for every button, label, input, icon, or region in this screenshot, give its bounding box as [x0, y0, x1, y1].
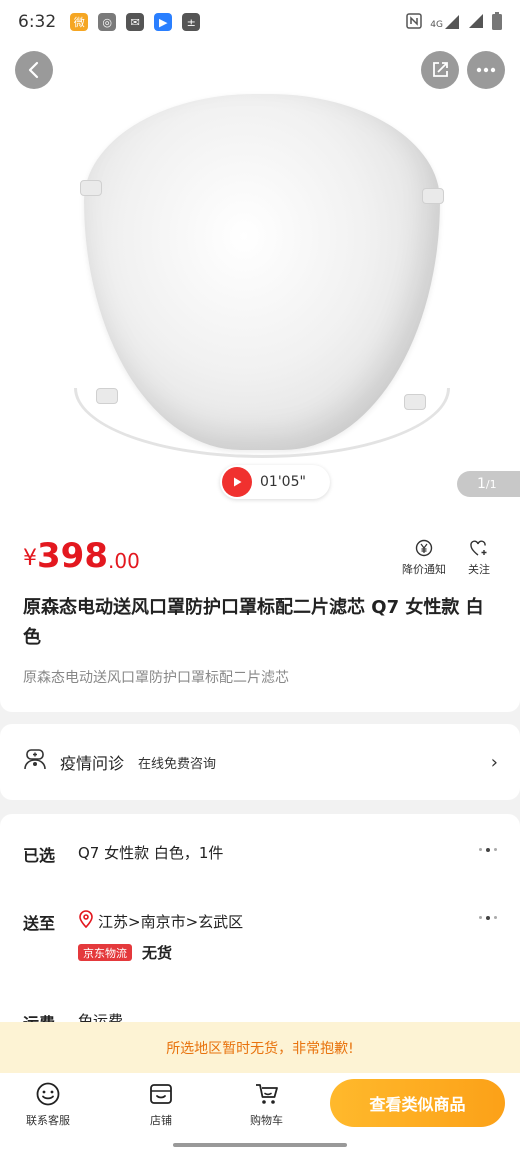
price-currency: ¥ [23, 546, 37, 571]
jd-logistics-logo: 京东物流 [78, 944, 132, 961]
selected-value: Q7 女性款 白色，1件 [78, 844, 224, 862]
status-time: 6:32 [18, 12, 57, 32]
consult-subtitle: 在线免费咨询 [138, 756, 217, 772]
mask-rim [74, 388, 450, 458]
consult-row[interactable]: 疫情问诊 在线免费咨询 › [0, 724, 520, 800]
product-image [70, 88, 454, 468]
more-button[interactable] [467, 51, 505, 89]
cart-icon [253, 1080, 281, 1108]
ship-to-row[interactable]: 送至 江苏>南京市>玄武区 京东物流 无货 [23, 910, 497, 963]
product-image-gallery[interactable]: 01'05" 1/1 [0, 0, 520, 515]
price-drop-notify-button[interactable]: 降价通知 [402, 538, 446, 577]
customer-service-label: 联系客服 [26, 1114, 70, 1127]
mask-clip [96, 388, 118, 404]
product-subtitle: 原森态电动送风口罩防护口罩标配二片滤芯 [23, 670, 289, 686]
mask-clip [422, 188, 444, 204]
heart-plus-icon [469, 538, 489, 558]
more-dots-icon [479, 915, 497, 920]
chevron-right-icon: › [490, 751, 498, 773]
battery-icon [492, 11, 502, 33]
address-text: 江苏>南京市>玄武区 [98, 912, 244, 931]
store-icon [147, 1080, 175, 1108]
store-button[interactable]: 店铺 [147, 1080, 175, 1128]
mask-clip [80, 180, 102, 196]
price-card: ¥ 398 .00 降价通知 关注 原森态电动送风口罩防护口罩标配二片滤芯 Q7… [0, 515, 520, 712]
youku-icon: ▶ [154, 13, 173, 31]
out-of-stock-notice: 所选地区暂时无货，非常抱歉! [0, 1022, 520, 1073]
jd-logistics-label: 京东物流 [83, 946, 127, 960]
back-button[interactable] [15, 51, 53, 89]
share-button[interactable] [421, 51, 459, 89]
chevron-left-icon [28, 61, 39, 79]
play-icon [222, 467, 252, 497]
weibo-icon: 微 [70, 13, 89, 31]
nfc-icon [406, 12, 423, 32]
signal-icon [468, 13, 484, 32]
customer-service-button[interactable]: 联系客服 [26, 1080, 70, 1128]
consult-label: 疫情问诊 [60, 754, 125, 773]
store-label: 店铺 [150, 1114, 172, 1127]
address-line: 江苏>南京市>玄武区 [78, 910, 243, 932]
ship-label: 送至 [23, 914, 56, 933]
home-indicator[interactable] [173, 1143, 347, 1147]
mask-clip [404, 394, 426, 410]
doctor-icon [22, 747, 48, 777]
price-drop-label: 降价通知 [402, 563, 446, 576]
price-drop-icon [414, 538, 434, 558]
notification-icons: 微 ◎ ✉ ▶ ± [70, 13, 201, 31]
notice-text: 所选地区暂时无货，非常抱歉! [166, 1040, 354, 1057]
selected-label: 已选 [23, 846, 56, 865]
image-page-indicator: 1/1 [457, 471, 520, 497]
customer-service-icon [34, 1080, 62, 1108]
system-icons: 4G [406, 11, 502, 33]
follow-label: 关注 [468, 563, 490, 576]
page-total: /1 [485, 477, 497, 491]
mail-icon: ✉ [126, 13, 145, 31]
price-actions: 降价通知 关注 [402, 538, 490, 577]
price-integer: 398 [37, 536, 108, 576]
cart-label: 购物车 [250, 1114, 283, 1127]
view-similar-button[interactable]: 查看类似商品 [330, 1079, 505, 1127]
selected-spec-row[interactable]: 已选 Q7 女性款 白色，1件 [23, 842, 497, 866]
price-decimal: .00 [107, 549, 140, 573]
stock-status: 无货 [142, 944, 173, 962]
follow-button[interactable]: 关注 [468, 538, 490, 577]
view-similar-label: 查看类似商品 [369, 1095, 466, 1114]
more-dots-icon [476, 67, 496, 73]
network-type: 4G [430, 20, 443, 30]
wechat-icon: ◎ [98, 13, 117, 31]
more-dots-icon [479, 847, 497, 852]
product-title: 原森态电动送风口罩防护口罩标配二片滤芯 Q7 女性款 白色 [23, 597, 484, 648]
logistics-line: 京东物流 无货 [78, 942, 243, 963]
ship-info: 江苏>南京市>玄武区 京东物流 无货 [78, 910, 243, 963]
cart-button[interactable]: 购物车 [250, 1080, 283, 1128]
location-pin-icon [78, 910, 94, 932]
page-current: 1 [477, 476, 486, 492]
video-play-button[interactable]: 01'05" [220, 465, 330, 499]
share-icon [433, 62, 448, 77]
calculator-icon: ± [182, 13, 201, 31]
signal-4g-icon: 4G [430, 14, 460, 30]
video-duration: 01'05" [260, 474, 306, 490]
bottom-action-bar: 联系客服 店铺 购物车 查看类似商品 [0, 1073, 520, 1155]
status-bar: 6:32 微 ◎ ✉ ▶ ± 4G [0, 0, 520, 44]
